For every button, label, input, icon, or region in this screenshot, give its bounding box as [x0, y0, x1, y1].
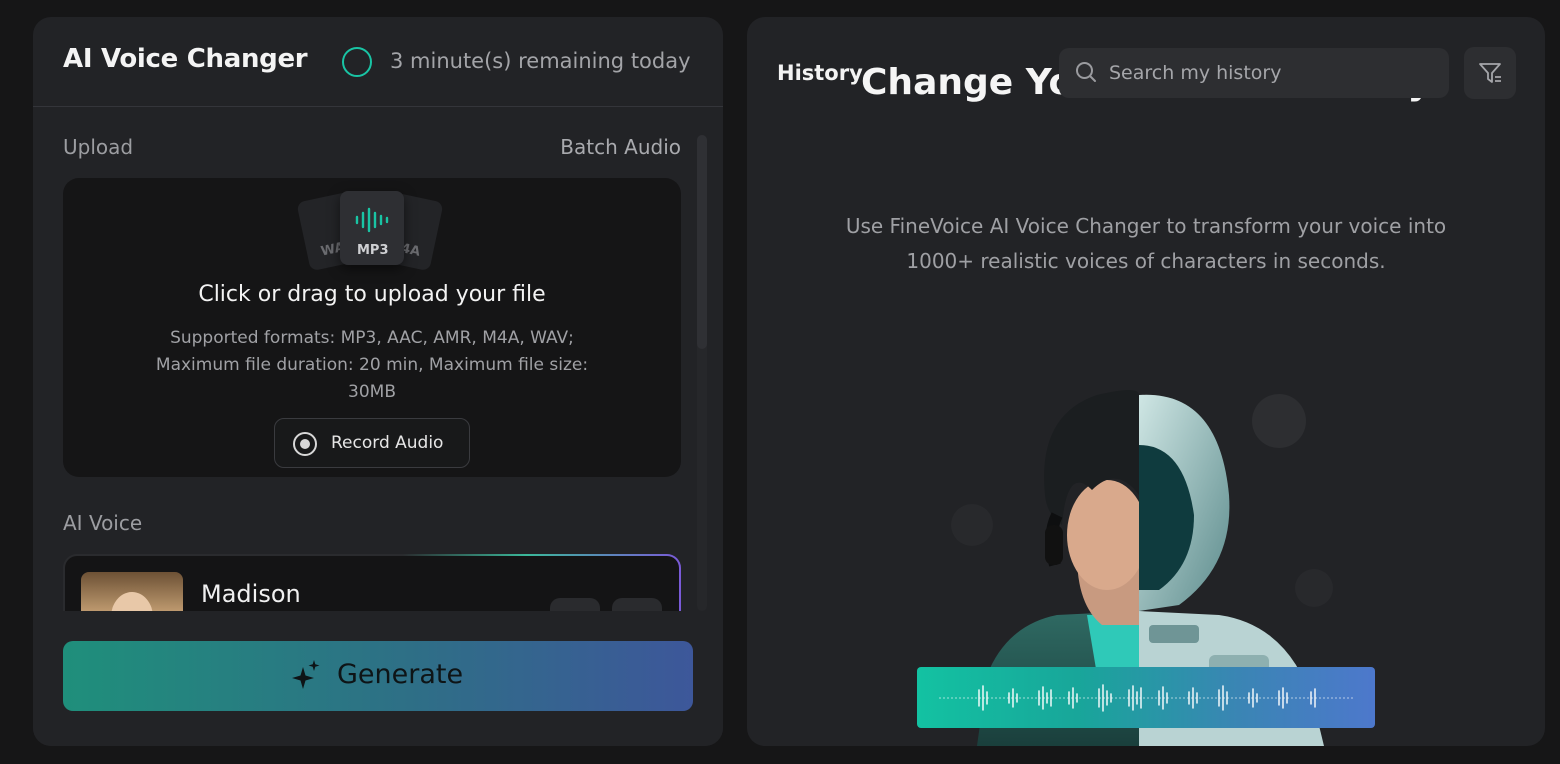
upload-dropzone[interactable]: WA 4A MP3 Click or drag to upload your f…: [63, 178, 681, 477]
upload-info: Supported formats: MP3, AAC, AMR, M4A, W…: [155, 328, 589, 402]
generate-label: Generate: [337, 659, 464, 690]
history-search: [1059, 48, 1449, 98]
mp3-file-icon: MP3: [340, 191, 404, 265]
panel-header: AI Voice Changer 3 minute(s) remaining t…: [33, 17, 723, 107]
ai-voice-label: AI Voice: [63, 511, 143, 535]
filter-icon: [1479, 63, 1501, 83]
generate-button[interactable]: Generate: [63, 641, 693, 711]
audio-waveform-bar: [917, 667, 1375, 728]
quota-text: 3 minute(s) remaining today: [390, 49, 691, 73]
waveform-icon: [939, 684, 1355, 712]
hero-description: Use FineVoice AI Voice Changer to transf…: [845, 214, 1447, 273]
history-label: History: [777, 61, 863, 85]
voice-changer-panel: AI Voice Changer 3 minute(s) remaining t…: [33, 17, 723, 746]
search-icon: [1076, 62, 1096, 82]
upload-label: Upload: [63, 135, 134, 159]
preview-panel: Change Your Voice Instantly History Use …: [747, 17, 1545, 746]
batch-audio-link[interactable]: Batch Audio: [560, 135, 681, 159]
voice-name: Madison: [201, 580, 301, 608]
filter-button[interactable]: [1464, 47, 1516, 99]
upload-title: Click or drag to upload your file: [198, 282, 546, 307]
quota-ring-icon: [342, 47, 372, 77]
waveform-icon: [355, 207, 389, 233]
record-audio-button[interactable]: Record Audio: [274, 418, 470, 468]
file-tag: MP3: [357, 243, 389, 258]
record-audio-label: Record Audio: [331, 433, 444, 453]
sparkle-icon: [292, 660, 320, 689]
search-input[interactable]: [1109, 48, 1439, 98]
record-icon: [293, 432, 317, 456]
scrollbar-thumb[interactable]: [697, 135, 707, 349]
app-title: AI Voice Changer: [63, 44, 308, 74]
